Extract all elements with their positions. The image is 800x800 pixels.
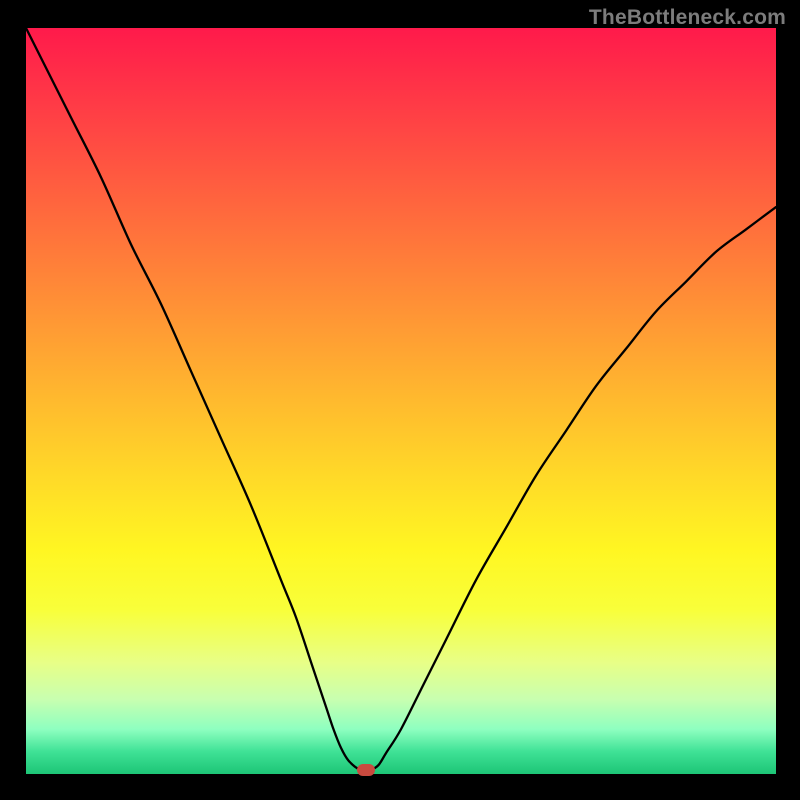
bottleneck-curve	[26, 28, 776, 770]
curve-svg	[0, 0, 800, 800]
chart-frame: TheBottleneck.com	[0, 0, 800, 800]
minimum-marker	[357, 764, 375, 776]
